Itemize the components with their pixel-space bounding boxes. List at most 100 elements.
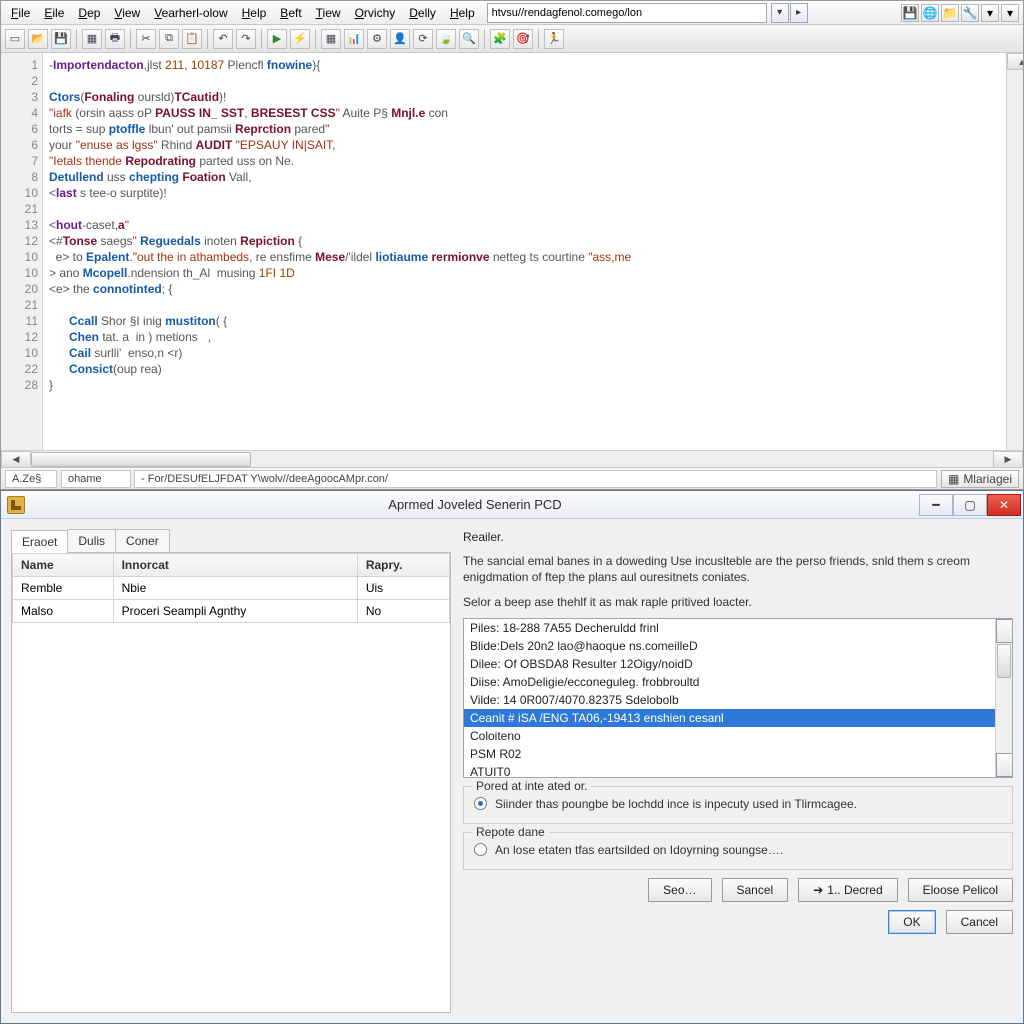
group-repote-legend: Repote dane — [472, 825, 549, 839]
cancel-button[interactable]: Cancel — [946, 910, 1013, 934]
titlebar[interactable]: Aprmed Joveled Senerin PCD ━ ▢ ✕ — [1, 491, 1023, 519]
address-dropdown-icon[interactable]: ▾ — [771, 3, 789, 23]
editor-hscrollbar[interactable]: ◀ ▶ — [1, 450, 1023, 467]
ok-button[interactable]: OK — [888, 910, 935, 934]
tb-copy-icon[interactable]: ⧉ — [159, 29, 179, 49]
col-rapry[interactable]: Rapry. — [357, 554, 449, 577]
menu-orvichy[interactable]: Orvichy — [349, 4, 402, 22]
menu-vearh[interactable]: Vearherl-olow — [148, 4, 233, 22]
menu-eile[interactable]: Eile — [38, 4, 70, 22]
tb-window-icon[interactable]: ▦ — [82, 29, 102, 49]
tb-search-icon[interactable]: 🔍 — [459, 29, 479, 49]
tab-coner[interactable]: Coner — [115, 529, 170, 552]
property-table[interactable]: Name Innorcat Rapry. RembleNbieUisMalsoP… — [12, 553, 450, 623]
maximize-button[interactable]: ▢ — [953, 494, 987, 516]
tb-print-icon[interactable]: 🖶 — [105, 29, 125, 49]
status-manager-button[interactable]: ▦Mlariagei — [941, 470, 1019, 488]
close-button[interactable]: ✕ — [987, 494, 1021, 516]
list-item[interactable]: Vilde: 14 0R007/4070.82375 Sdelobolb — [464, 691, 1012, 709]
dialog-left-panel: Eraoet Dulis Coner Name Innorcat Rapry. … — [11, 529, 451, 1013]
tb-redo-icon[interactable]: ↷ — [236, 29, 256, 49]
tb-cut-icon[interactable]: ✂ — [136, 29, 156, 49]
right-paragraph-1: The sancial emal banes in a doweding Use… — [463, 553, 1013, 585]
hscroll-right-icon[interactable]: ▶ — [993, 451, 1023, 468]
window-title: Aprmed Joveled Senerin PCD — [31, 497, 919, 512]
tool-dropdown1-icon[interactable]: ▾ — [981, 4, 999, 22]
tab-panel: Name Innorcat Rapry. RembleNbieUisMalsoP… — [11, 553, 451, 1013]
menu-delly[interactable]: Delly — [403, 4, 442, 22]
tb-grid-icon[interactable]: ▦ — [321, 29, 341, 49]
list-item[interactable]: Piles: 18-288 7A55 Decheruldd frinl — [464, 619, 1012, 637]
col-innor[interactable]: Innorcat — [113, 554, 357, 577]
minimize-button[interactable]: ━ — [919, 494, 953, 516]
tb-debug-icon[interactable]: 🧩 — [490, 29, 510, 49]
tb-play-icon[interactable]: ▶ — [267, 29, 287, 49]
col-name[interactable]: Name — [13, 554, 114, 577]
menu-help2[interactable]: Help — [444, 4, 481, 22]
seo-button[interactable]: Seo… — [648, 878, 711, 902]
group-pored-legend: Pored at inte ated or. — [472, 779, 591, 793]
tb-open-icon[interactable]: 📂 — [28, 29, 48, 49]
list-item[interactable]: Coloiteno — [464, 727, 1012, 745]
tool-dropdown2-icon[interactable]: ▾ — [1001, 4, 1019, 22]
menubar: File Eile Dep View Vearherl-olow Help Be… — [1, 1, 1023, 25]
tool-save-icon[interactable]: 💾 — [901, 4, 919, 22]
code-area[interactable]: -Importendacton,jlst 211, 10187 Plencfl … — [43, 53, 1006, 450]
radio-anlose[interactable] — [474, 843, 487, 856]
radio-anlose-label: An lose etaten tfas eartsilded on Idoyrn… — [495, 843, 783, 857]
tb-gear-icon[interactable]: ⚙ — [367, 29, 387, 49]
list-item[interactable]: Diise: AmoDeligie/ecconeguleg. frobbroul… — [464, 673, 1012, 691]
vscroll-up-icon[interactable]: ▲ — [1007, 53, 1023, 70]
tb-run-icon[interactable]: 🏃 — [544, 29, 564, 49]
eloose-button[interactable]: Eloose Pelicol — [908, 878, 1013, 902]
address-go-icon[interactable]: ▸ — [790, 3, 808, 23]
tb-paste-icon[interactable]: 📋 — [182, 29, 202, 49]
table-row[interactable]: MalsoProceri Seampli AgnthyNo — [13, 600, 450, 623]
status-tab[interactable]: ohame — [61, 470, 131, 488]
list-item[interactable]: ATUIT0 — [464, 763, 1012, 778]
item-listbox[interactable]: Piles: 18-288 7A55 Decheruldd frinlBlide… — [463, 618, 1013, 778]
tb-user-icon[interactable]: 👤 — [390, 29, 410, 49]
decred-button[interactable]: ➔1.. Decred — [798, 878, 897, 902]
menu-file[interactable]: File — [5, 4, 36, 22]
list-scroll-up-icon[interactable]: ▲ — [996, 619, 1013, 643]
tool-folder-icon[interactable]: 📁 — [941, 4, 959, 22]
tb-target-icon[interactable]: 🎯 — [513, 29, 533, 49]
bottom-button-row: OK Cancel — [463, 910, 1013, 934]
menu-help1[interactable]: Help — [236, 4, 273, 22]
tab-eraoet[interactable]: Eraoet — [11, 530, 68, 553]
menu-view[interactable]: View — [108, 4, 146, 22]
tb-leaf-icon[interactable]: 🍃 — [436, 29, 456, 49]
listbox-scrollbar[interactable]: ▲ ▼ — [995, 619, 1012, 777]
sancel-button[interactable]: Sancel — [722, 878, 789, 902]
radio-siinder[interactable] — [474, 797, 487, 810]
dialog-window: Aprmed Joveled Senerin PCD ━ ▢ ✕ Eraoet … — [0, 490, 1024, 1024]
app-icon — [7, 496, 25, 514]
radio-siinder-label: Siinder thas poungbe be lochdd ince is i… — [495, 797, 857, 811]
tb-bolt-icon[interactable]: ⚡ — [290, 29, 310, 49]
list-item[interactable]: Blide:Dels 20n2 lao@haoque ns.comeilleD — [464, 637, 1012, 655]
tb-graph-icon[interactable]: 📊 — [344, 29, 364, 49]
table-row[interactable]: RembleNbieUis — [13, 577, 450, 600]
list-item[interactable]: PSM R02 — [464, 745, 1012, 763]
menu-dep[interactable]: Dep — [72, 4, 106, 22]
menu-beft[interactable]: Beft — [274, 4, 307, 22]
group-pored: Pored at inte ated or. Siinder thas poun… — [463, 786, 1013, 824]
tool-wrench-icon[interactable]: 🔧 — [961, 4, 979, 22]
list-item[interactable]: Ceanit # iSA /ENG TA06,-19413 enshien ce… — [464, 709, 1012, 727]
tb-undo-icon[interactable]: ↶ — [213, 29, 233, 49]
hscroll-thumb[interactable] — [31, 452, 251, 467]
tb-refresh-icon[interactable]: ⟳ — [413, 29, 433, 49]
list-scroll-down-icon[interactable]: ▼ — [996, 753, 1013, 777]
hscroll-left-icon[interactable]: ◀ — [1, 451, 31, 468]
tb-new-icon[interactable]: ▭ — [5, 29, 25, 49]
editor-body: 1234667810211312101020211112102228 -Impo… — [1, 53, 1023, 450]
list-scroll-thumb[interactable] — [997, 644, 1011, 678]
tool-globe-icon[interactable]: 🌐 — [921, 4, 939, 22]
address-bar[interactable] — [487, 3, 767, 23]
tb-save-icon[interactable]: 💾 — [51, 29, 71, 49]
tab-dulis[interactable]: Dulis — [67, 529, 116, 552]
menu-tiew[interactable]: Tiew — [310, 4, 347, 22]
list-item[interactable]: Dilee: Of OBSDA8 Resulter 12Oigy/noidD — [464, 655, 1012, 673]
editor-vscrollbar[interactable]: ▲ — [1006, 53, 1023, 450]
